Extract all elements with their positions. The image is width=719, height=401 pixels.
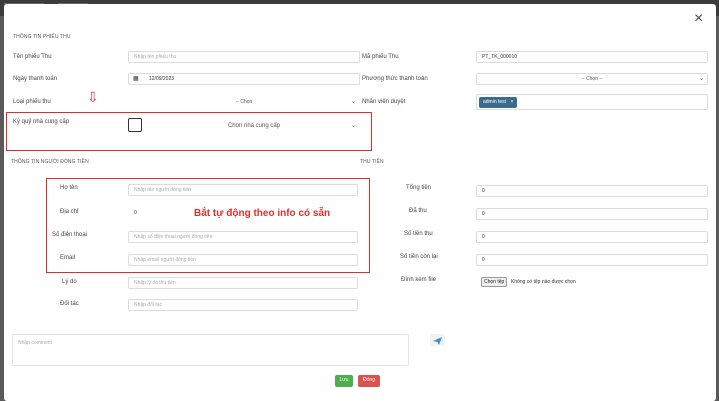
approver-tag: admin test ×	[479, 97, 518, 108]
close-button[interactable]: Đóng	[358, 375, 380, 387]
supplier-deposit-label: Ký quỹ nhà cung cấp	[13, 119, 70, 125]
approver-tag-label: admin test	[483, 99, 507, 105]
phone-label: Số điện thoại	[52, 232, 88, 238]
choose-file-button[interactable]: Chọn tệp	[481, 277, 508, 287]
approver-label: Nhân viên duyệt	[362, 99, 406, 105]
receipt-name-input[interactable]: Nhập tên phiếu thu	[128, 51, 360, 63]
save-button[interactable]: Lưu	[335, 375, 353, 387]
file-status-text: Không có tệp nào được chọn	[511, 279, 576, 285]
receipt-type-value: -- Chọn	[235, 99, 253, 105]
chevron-down-icon: ⌄	[350, 99, 356, 105]
section-title-payer: THÔNG TIN NGƯỜI ĐÓNG TIỀN	[11, 159, 89, 165]
payment-date-input[interactable]: ▦ 12/09/2023	[128, 73, 360, 85]
receipt-code-input[interactable]: PT_TK_000010	[476, 51, 708, 63]
amount-input[interactable]: 0	[476, 231, 708, 243]
payment-method-label: Phương thức thanh toán	[362, 76, 428, 82]
total-label: Tổng tiền	[406, 185, 432, 191]
close-icon[interactable]: ×	[694, 11, 703, 27]
collected-label: Đã thu	[409, 208, 427, 214]
partner-input[interactable]: Nhập đối tác	[128, 299, 358, 311]
email-label: Email	[60, 255, 76, 261]
section-title-receipt: THÔNG TIN PHIẾU THU	[13, 34, 71, 40]
phone-input[interactable]: Nhập số điện thoại người đóng tiền	[128, 231, 358, 243]
attachment-label: Đính kèm file	[401, 277, 437, 283]
partner-label: Đối tác	[60, 301, 79, 307]
send-button[interactable]	[430, 334, 445, 346]
calendar-icon: ▦	[133, 76, 139, 82]
total-input[interactable]: 0	[476, 185, 708, 197]
reason-label: Lý do	[62, 279, 77, 285]
full-name-input[interactable]: Nhập tên người đóng tiền	[128, 184, 358, 196]
remaining-input[interactable]: 0	[476, 254, 708, 266]
reason-input[interactable]: Nhập lý do thu tiền	[128, 277, 358, 289]
collected-input[interactable]: 0	[476, 208, 708, 220]
receipt-code-label: Mã phiếu Thu	[362, 54, 399, 60]
down-arrow-icon: ⇩	[87, 89, 99, 105]
send-icon	[433, 337, 442, 345]
chevron-down-icon: ⌄	[350, 123, 356, 129]
address-label: Địa chỉ	[60, 209, 79, 215]
receipt-type-select[interactable]: -- Chọn ⌄	[128, 96, 360, 108]
receipt-modal: × THÔNG TIN PHIẾU THU Tên phiếu Thu Nhập…	[4, 4, 716, 401]
section-title-money: THU TIỀN	[360, 159, 384, 165]
receipt-name-label: Tên phiếu Thu	[13, 54, 52, 60]
supplier-deposit-checkbox[interactable]	[128, 118, 142, 132]
email-input[interactable]: Nhập email người đóng tiền	[128, 254, 358, 266]
annotation-text: Bắt tự động theo info có sẵn	[194, 208, 331, 219]
payment-date-label: Ngày thanh toán	[13, 76, 58, 82]
payment-method-value: -- Chọn --	[581, 76, 603, 82]
payment-method-select[interactable]: -- Chọn -- ⌄	[476, 73, 708, 85]
amount-label: Số tiền thu	[404, 231, 433, 237]
chevron-down-icon: ⌄	[698, 76, 704, 82]
supplier-select[interactable]: Chọn nhà cung cấp ⌄	[148, 120, 360, 132]
supplier-select-value: Chọn nhà cung cấp	[227, 123, 281, 129]
comment-textarea[interactable]: Nhập comment	[12, 334, 409, 366]
payment-date-value: 12/09/2023	[149, 76, 175, 82]
tag-remove-icon[interactable]: ×	[510, 99, 513, 105]
receipt-type-label: Loại phiếu thu	[13, 99, 51, 105]
full-name-label: Họ tên	[60, 185, 78, 191]
remaining-label: Số tiền còn lại	[400, 254, 438, 260]
